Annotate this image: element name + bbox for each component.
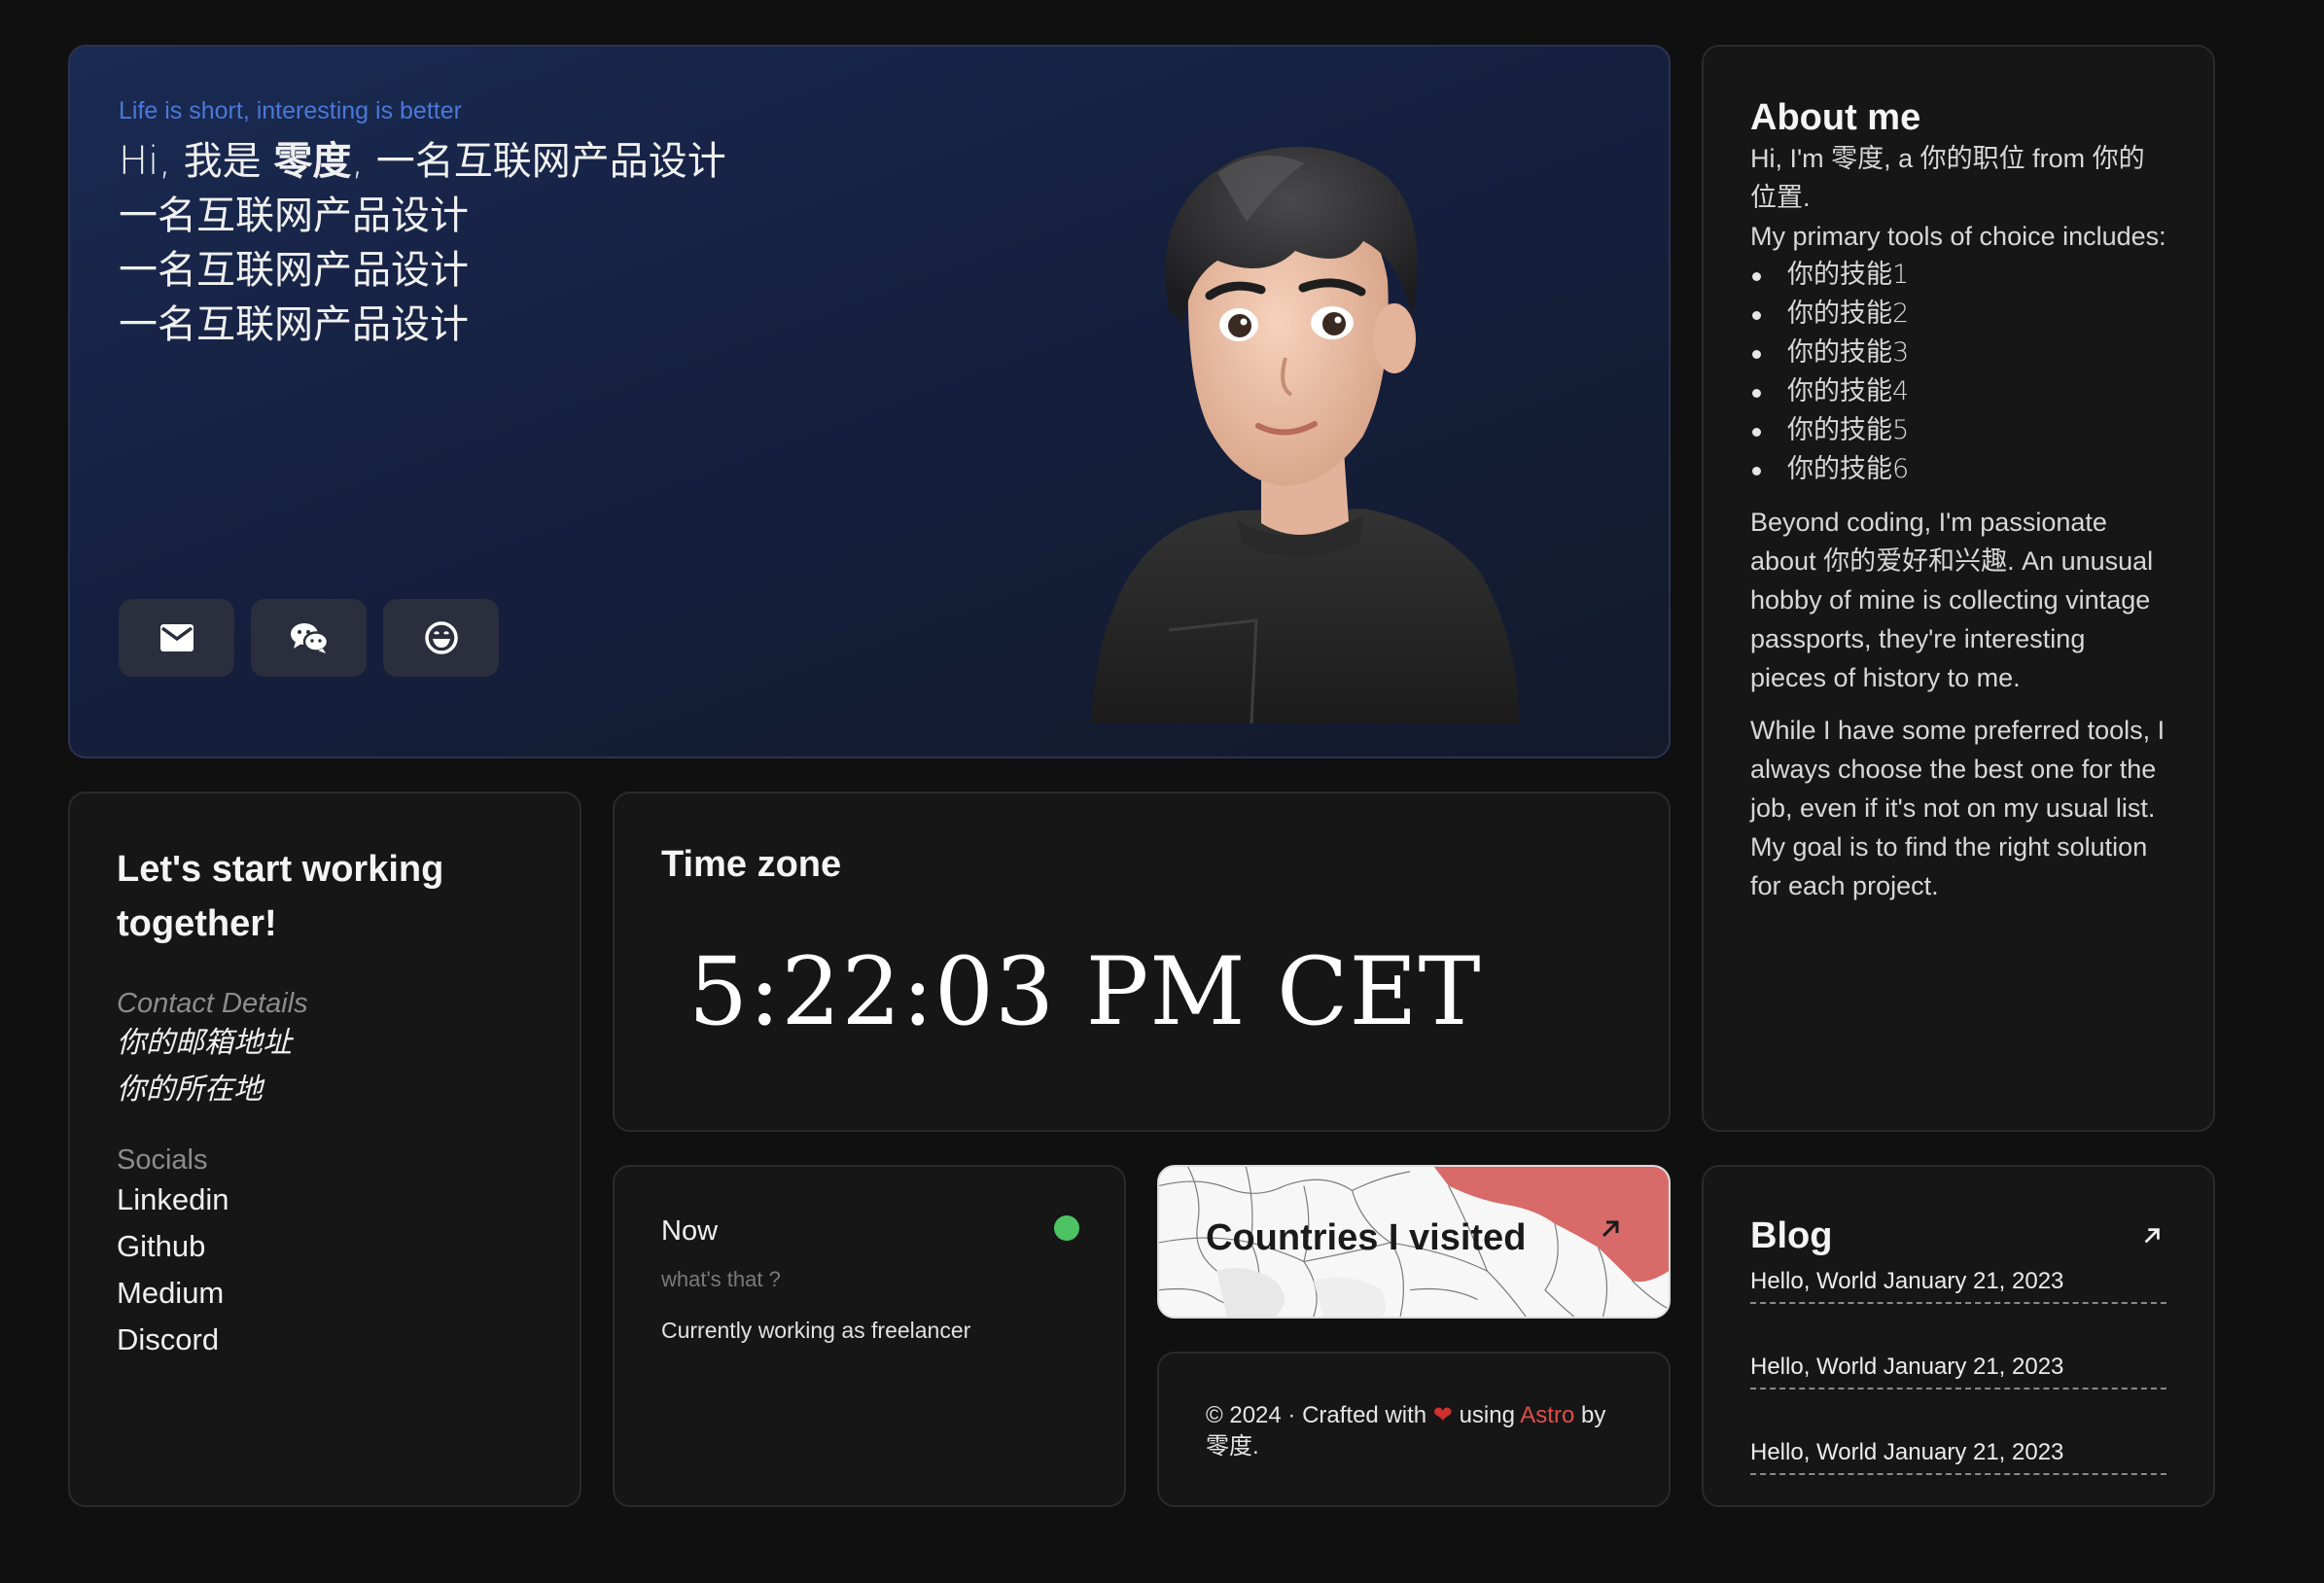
about-body: Hi, I'm 零度, a 你的职位 from 你的位置. My primary… [1750, 139, 2166, 905]
timezone-card: Time zone 5:22:03 PM CET [613, 792, 1671, 1132]
skill-item: 你的技能6 [1750, 450, 2166, 489]
mail-icon [159, 624, 194, 651]
blog-card: Blog Hello, World January 21, 2023 Hello… [1702, 1165, 2215, 1507]
now-card: Now what's that ? Currently working as f… [613, 1165, 1126, 1507]
skill-item: 你的技能4 [1750, 372, 2166, 411]
hero-tagline: Life is short, interesting is better [119, 97, 462, 124]
about-tools-intro: My primary tools of choice includes: [1750, 222, 2166, 251]
astro-link[interactable]: Astro [1520, 1402, 1574, 1428]
hero-intro-suffix: , 一名互联网产品设计 [351, 139, 726, 184]
now-status: Currently working as freelancer [661, 1318, 971, 1343]
social-link-github[interactable]: Github [117, 1223, 533, 1270]
skill-item: 你的技能3 [1750, 334, 2166, 372]
hero-line: 一名互联网产品设计 [119, 193, 469, 238]
hero-intro: Hi, 我是 零度, 一名互联网产品设计 一名互联网产品设计 一名互联网产品设计… [119, 134, 726, 352]
countries-card[interactable]: Countries I visited [1157, 1165, 1671, 1319]
wechat-button[interactable] [251, 599, 367, 677]
status-indicator [1054, 1215, 1079, 1241]
timezone-title: Time zone [661, 844, 842, 885]
contact-card: Let's start working together! Contact De… [68, 792, 581, 1507]
blog-post-link[interactable]: Hello, World January 21, 2023 [1750, 1436, 2166, 1475]
heart-icon: ❤ [1432, 1402, 1453, 1428]
smile-icon [424, 621, 458, 654]
contact-location: 你的所在地 [117, 1073, 263, 1107]
social-link-medium[interactable]: Medium [117, 1270, 533, 1317]
blog-post-link[interactable]: Hello, World January 21, 2023 [1750, 1265, 2166, 1304]
socials-label: Socials [117, 1144, 208, 1176]
skill-item: 你的技能1 [1750, 256, 2166, 295]
about-intro: Hi, I'm 零度, a 你的职位 from 你的位置. [1750, 144, 2145, 212]
hero-line: 一名互联网产品设计 [119, 248, 469, 293]
blog-post-link[interactable]: Hello, World January 21, 2023 [1750, 1351, 2166, 1390]
hero-intro-prefix: Hi, 我是 [119, 139, 274, 184]
email-button[interactable] [119, 599, 234, 677]
hero-line: 一名互联网产品设计 [119, 302, 469, 347]
social-link-linkedin[interactable]: Linkedin [117, 1177, 533, 1223]
footer-middle: using [1452, 1402, 1521, 1428]
footer-card: © 2024 · Crafted with ❤ using Astro by 零… [1157, 1352, 1671, 1507]
wechat-icon [290, 623, 329, 653]
arrow-up-right-icon [1602, 1220, 1619, 1238]
about-card: About me Hi, I'm 零度, a 你的职位 from 你的位置. M… [1702, 45, 2215, 1132]
about-paragraph: While I have some preferred tools, I alw… [1750, 716, 2166, 900]
countries-label: Countries I visited [1206, 1217, 1527, 1258]
social-link-discord[interactable]: Discord [117, 1317, 533, 1363]
footer-text: © 2024 · Crafted with ❤ using Astro by 零… [1206, 1400, 1622, 1462]
hero-name: 零度 [273, 139, 352, 184]
contact-details-label: Contact Details [117, 988, 308, 1019]
hero-intro-line: Hi, 我是 零度, 一名互联网产品设计 [119, 134, 726, 189]
blog-title: Blog [1750, 1215, 1833, 1256]
about-title: About me [1750, 97, 1921, 138]
hero-buttons [119, 599, 499, 677]
footer-prefix: © 2024 · Crafted with [1206, 1402, 1433, 1428]
skill-item: 你的技能5 [1750, 411, 2166, 450]
blog-list: Hello, World January 21, 2023 Hello, Wor… [1750, 1265, 2166, 1475]
hero-card: Life is short, interesting is better Hi,… [68, 45, 1671, 758]
clock-display: 5:22:03 PM CET [688, 937, 1482, 1046]
contact-title: Let's start working together! [117, 849, 444, 944]
avatar [1091, 147, 1519, 723]
skills-list: 你的技能1 你的技能2 你的技能3 你的技能4 你的技能5 你的技能6 [1750, 256, 2166, 489]
arrow-up-right-icon[interactable] [2141, 1225, 2163, 1247]
now-title: Now [661, 1215, 719, 1247]
about-paragraph: Beyond coding, I'm passionate about 你的爱好… [1750, 508, 2154, 692]
smile-button[interactable] [383, 599, 499, 677]
skill-item: 你的技能2 [1750, 295, 2166, 334]
now-subtitle: what's that ? [661, 1267, 781, 1291]
contact-email[interactable]: 你的邮箱地址 [117, 1020, 533, 1067]
